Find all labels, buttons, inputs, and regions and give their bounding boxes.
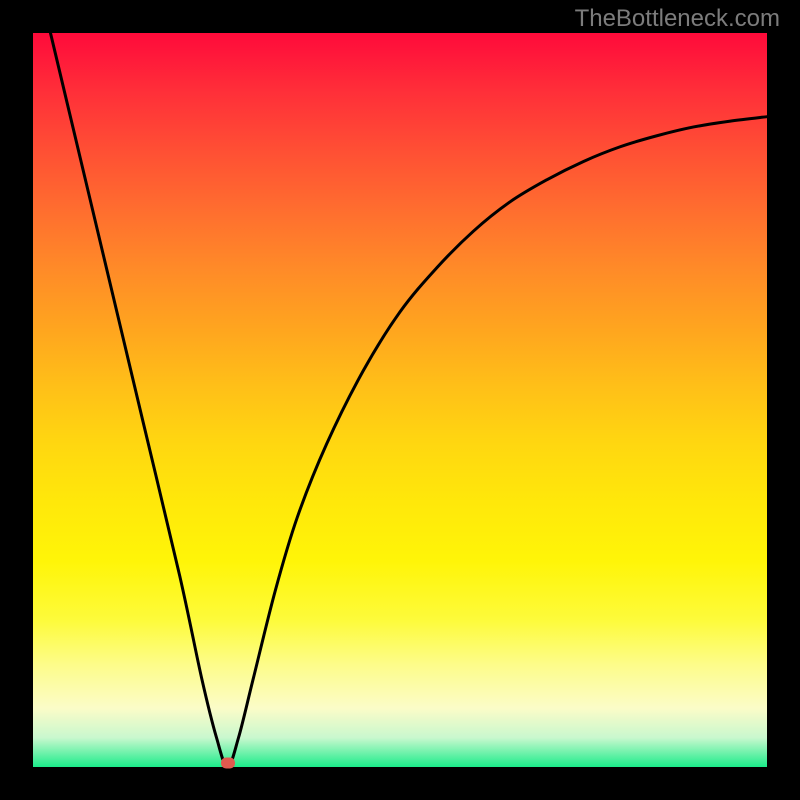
- curve-layer: [33, 33, 767, 767]
- min-marker: [221, 758, 235, 769]
- plot-area: [33, 33, 767, 767]
- bottleneck-curve: [33, 0, 767, 767]
- watermark-text: TheBottleneck.com: [575, 5, 780, 33]
- chart-frame: TheBottleneck.com: [0, 0, 800, 800]
